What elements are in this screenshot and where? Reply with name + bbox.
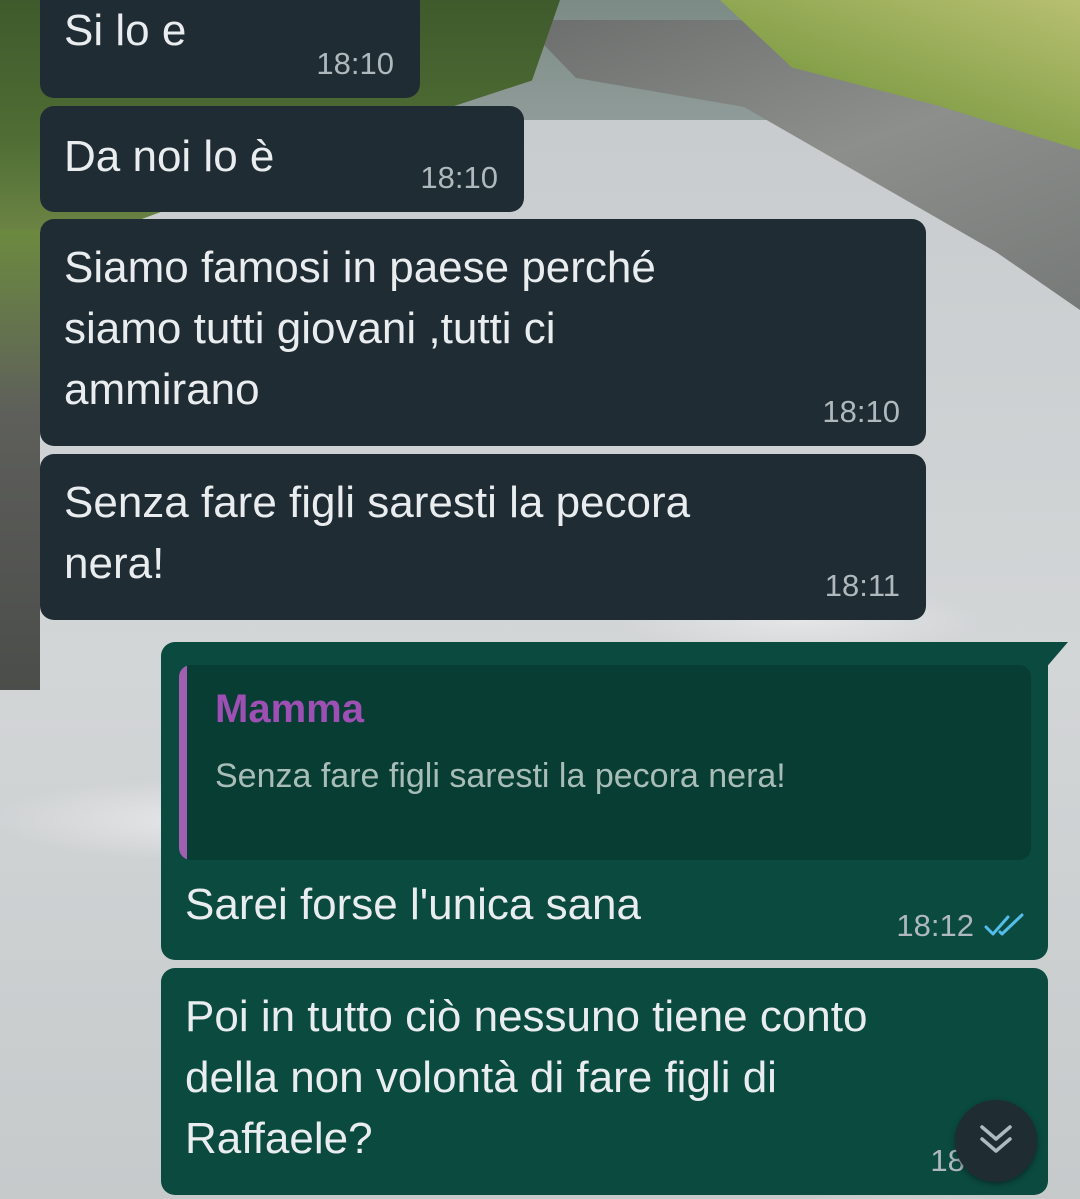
message-text: Siamo famosi in paese perché siamo tutti… (64, 243, 656, 414)
incoming-message[interactable]: Si lo e 18:10 (40, 0, 420, 98)
scroll-to-bottom-button[interactable] (955, 1100, 1037, 1182)
message-time: 18:10 (316, 46, 394, 81)
message-text: Si lo e (64, 6, 187, 55)
message-time: 18:12 (896, 908, 974, 943)
message-time: 18:10 (420, 160, 498, 195)
message-text: Da noi lo è (64, 132, 275, 181)
bubble-tail (1044, 642, 1068, 670)
incoming-message[interactable]: Siamo famosi in paese perché siamo tutti… (40, 219, 926, 446)
incoming-message[interactable]: Da noi lo è 18:10 (40, 106, 524, 212)
quoted-author: Mamma (215, 687, 364, 731)
quoted-text: Senza fare figli saresti la pecora nera! (215, 757, 786, 795)
message-list[interactable]: Si lo e 18:10 Da noi lo è 18:10 Siamo fa… (0, 0, 1080, 1199)
double-check-read-icon (984, 913, 1026, 939)
outgoing-message[interactable]: Poi in tutto ciò nessuno tiene conto del… (161, 968, 1048, 1195)
message-text: Senza fare figli saresti la pecora nera! (64, 478, 691, 588)
double-chevron-down-icon (976, 1121, 1016, 1162)
message-time: 18:10 (822, 394, 900, 429)
message-text: Sarei forse l'unica sana (185, 880, 641, 929)
quote-bar (179, 665, 187, 860)
quoted-message[interactable]: Mamma Senza fare figli saresti la pecora… (179, 665, 1031, 860)
outgoing-reply-message[interactable]: Mamma Senza fare figli saresti la pecora… (161, 642, 1068, 960)
message-meta: 18:12 (896, 908, 1026, 944)
message-text: Poi in tutto ciò nessuno tiene conto del… (185, 992, 868, 1163)
incoming-message[interactable]: Senza fare figli saresti la pecora nera!… (40, 454, 926, 620)
message-time: 18:11 (824, 568, 900, 603)
